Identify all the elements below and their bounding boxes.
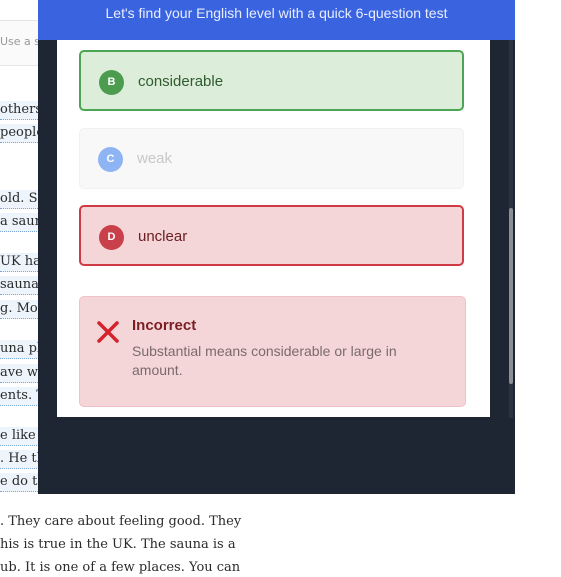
article-text: ub. It is one of a few places. You can — [0, 560, 241, 575]
answer-option-d[interactable]: D unclear — [79, 205, 464, 266]
answer-option-b[interactable]: B considerable — [79, 50, 464, 111]
feedback-text: Substantial means considerable or large … — [132, 343, 397, 378]
article-text: his is true in the UK. The sauna is a — [0, 537, 236, 552]
option-label: weak — [137, 150, 173, 167]
option-label: considerable — [138, 73, 224, 90]
feedback-box: Incorrect Substantial means considerable… — [79, 296, 466, 407]
modal-title: Let's find your English level with a qui… — [105, 5, 448, 21]
x-icon — [97, 321, 119, 343]
level-test-modal: Let's find your English level with a qui… — [38, 0, 515, 494]
article-text: . They care about feeling good. They — [0, 514, 242, 529]
scrollbar-thumb[interactable] — [509, 208, 513, 384]
option-letter-badge: C — [98, 147, 123, 172]
article-text: others — [0, 101, 43, 120]
feedback-title: Incorrect — [132, 317, 197, 334]
answer-option-c[interactable]: C weak — [79, 128, 464, 189]
search-strip[interactable]: Use a sa — [0, 20, 47, 66]
option-letter-badge: D — [99, 225, 124, 250]
option-letter-badge: B — [99, 70, 124, 95]
option-label: unclear — [138, 228, 188, 245]
modal-header: Let's find your English level with a qui… — [38, 0, 515, 40]
